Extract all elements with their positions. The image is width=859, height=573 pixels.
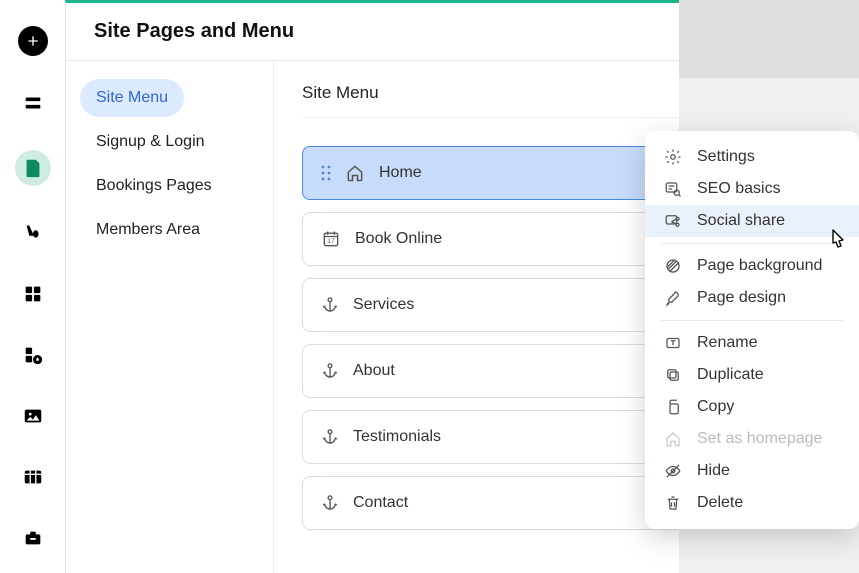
menu-label: Page design: [697, 289, 786, 307]
sidebar-item-label: Members Area: [96, 221, 200, 238]
section-title: Site Menu: [302, 83, 379, 103]
rename-icon: [663, 334, 683, 352]
anchor-icon: [321, 494, 339, 512]
anchor-icon: [321, 362, 339, 380]
menu-item-set-homepage: Set as homepage: [645, 423, 859, 455]
menu-label: Social share: [697, 212, 785, 230]
menu-label: Page background: [697, 257, 822, 275]
menu-item-rename[interactable]: Rename: [645, 327, 859, 359]
home-icon: [345, 163, 365, 183]
seo-icon: [663, 180, 683, 198]
calendar-icon: 17: [321, 229, 341, 249]
page-label: Book Online: [355, 230, 442, 248]
anchor-icon: [321, 296, 339, 314]
menu-label: Delete: [697, 494, 743, 512]
context-menu: Settings SEO basics Social share Page ba…: [645, 131, 859, 529]
panel-title: Site Pages and Menu: [94, 20, 294, 43]
brush-icon: [663, 289, 683, 307]
menu-item-delete[interactable]: Delete: [645, 487, 859, 519]
page-label: Testimonials: [353, 428, 441, 446]
business-icon[interactable]: [19, 524, 47, 552]
duplicate-icon: [663, 366, 683, 384]
sidebar: Site Menu Signup & Login Bookings Pages …: [66, 61, 274, 573]
home-icon: [663, 430, 683, 448]
sidebar-item-label: Site Menu: [96, 89, 168, 106]
social-icon: [663, 212, 683, 230]
page-label: Home: [379, 164, 422, 182]
menu-label: Rename: [697, 334, 757, 352]
page-label: Services: [353, 296, 414, 314]
menu-item-copy[interactable]: Copy: [645, 391, 859, 423]
page-icon[interactable]: [19, 89, 47, 117]
menu-item-seo[interactable]: SEO basics: [645, 173, 859, 205]
sidebar-item-signup-login[interactable]: Signup & Login: [80, 123, 221, 161]
gear-icon: [663, 148, 683, 166]
left-rail: [0, 0, 65, 573]
menu-label: Set as homepage: [697, 430, 822, 448]
sidebar-item-site-menu[interactable]: Site Menu: [80, 79, 184, 117]
menu-item-page-background[interactable]: Page background: [645, 250, 859, 282]
menu-item-settings[interactable]: Settings: [645, 141, 859, 173]
menu-label: Hide: [697, 462, 730, 480]
pages-panel-icon[interactable]: [15, 150, 51, 186]
svg-text:17: 17: [327, 238, 335, 245]
menu-label: Settings: [697, 148, 755, 166]
drag-handle-icon[interactable]: [321, 165, 331, 181]
media-icon[interactable]: [19, 402, 47, 430]
sidebar-item-members[interactable]: Members Area: [80, 211, 216, 249]
sidebar-item-label: Bookings Pages: [96, 177, 212, 194]
menu-label: Duplicate: [697, 366, 764, 384]
settings-icon[interactable]: [19, 341, 47, 369]
menu-label: SEO basics: [697, 180, 781, 198]
anchor-icon: [321, 428, 339, 446]
hatch-icon: [663, 257, 683, 275]
sidebar-item-label: Signup & Login: [96, 133, 205, 150]
data-icon[interactable]: [19, 463, 47, 491]
add-icon[interactable]: [18, 26, 48, 56]
hide-icon: [663, 462, 683, 480]
trash-icon: [663, 494, 683, 512]
apps-icon[interactable]: [19, 280, 47, 308]
menu-item-hide[interactable]: Hide: [645, 455, 859, 487]
page-label: About: [353, 362, 395, 380]
menu-label: Copy: [697, 398, 734, 416]
menu-item-social-share[interactable]: Social share: [645, 205, 859, 237]
menu-item-page-design[interactable]: Page design: [645, 282, 859, 314]
design-icon[interactable]: [19, 219, 47, 247]
sidebar-item-bookings[interactable]: Bookings Pages: [80, 167, 228, 205]
menu-item-duplicate[interactable]: Duplicate: [645, 359, 859, 391]
copy-icon: [663, 398, 683, 416]
page-label: Contact: [353, 494, 408, 512]
